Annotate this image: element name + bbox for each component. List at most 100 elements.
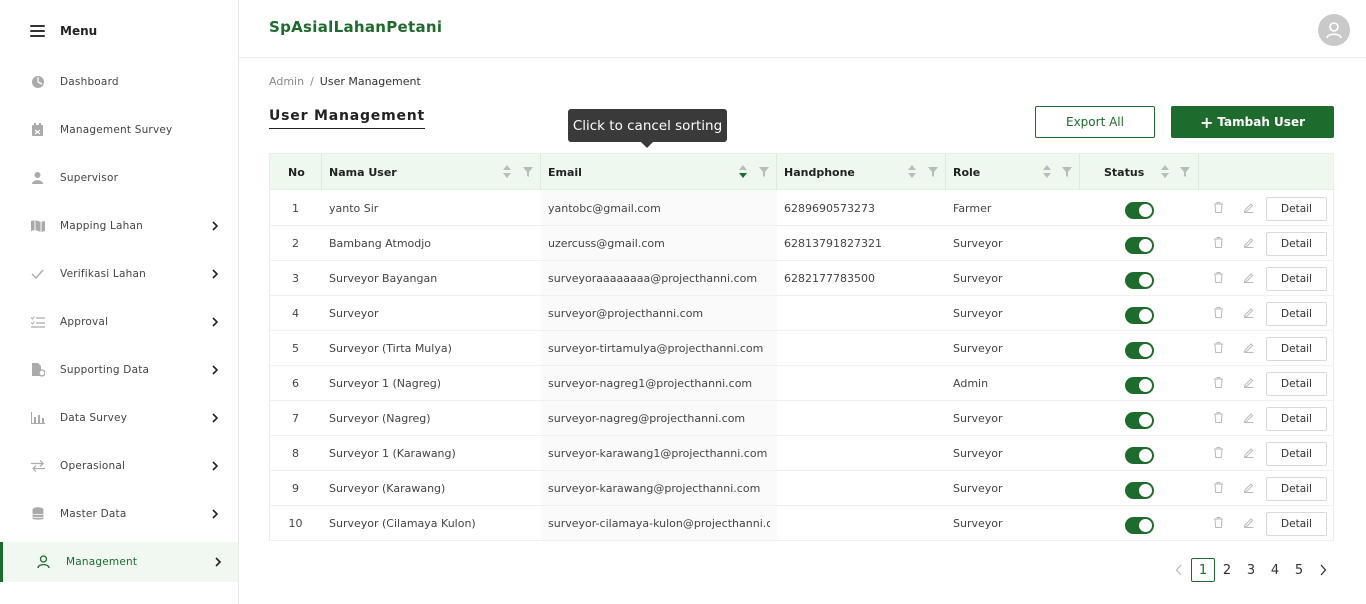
detail-button[interactable]: Detail [1266,512,1327,536]
column-header-handphone[interactable]: Handphone [784,154,855,190]
filter-status-icon[interactable] [1180,167,1190,177]
status-toggle[interactable] [1125,447,1154,464]
table-row: 8 Surveyor 1 (Karawang) surveyor-karawang1… [270,436,1333,471]
brand-logo[interactable]: SpAsialLahanPetani [269,18,442,36]
detail-button[interactable]: Detail [1266,372,1327,396]
edit-icon[interactable] [1243,342,1254,353]
status-toggle[interactable] [1125,482,1154,499]
cell-handphone [784,471,939,506]
sidebar-item-data-survey[interactable]: Data Survey [0,398,238,438]
menu-toggle[interactable]: Menu [30,22,97,40]
filter-handphone-icon[interactable] [928,167,938,177]
trash-icon[interactable] [1213,412,1224,423]
column-header-no: No [288,165,305,179]
status-toggle[interactable] [1125,307,1154,324]
sort-role-icon[interactable] [1043,165,1051,179]
sort-handphone-icon[interactable] [908,165,916,179]
filter-role-icon[interactable] [1062,167,1072,177]
cell-email: surveyor-karawang1@projecthanni.com [548,447,768,460]
sidebar-item-label: Supervisor [60,172,119,184]
cell-email: surveyor-cilamaya-kulon@projecthanni.c..… [548,517,770,530]
detail-button[interactable]: Detail [1266,477,1327,501]
status-toggle[interactable] [1125,412,1154,429]
sidebar-item-label: Verifikasi Lahan [60,268,146,280]
column-header-name[interactable]: Nama User [329,154,397,190]
filter-name-icon[interactable] [523,167,533,177]
sort-name-icon[interactable] [503,165,511,179]
edit-icon[interactable] [1243,447,1254,458]
sort-status-icon[interactable] [1161,165,1169,179]
sidebar-item-approval[interactable]: Approval [0,302,238,342]
cell-role: Surveyor [953,412,1003,425]
status-toggle[interactable] [1125,517,1154,534]
cell-no: 4 [292,307,299,320]
pagination-page[interactable]: 4 [1263,558,1287,582]
cell-role: Surveyor [953,272,1003,285]
cell-no: 10 [288,517,303,530]
sidebar-item-supporting-data[interactable]: Supporting Data [0,350,238,390]
edit-icon[interactable] [1243,412,1254,423]
edit-icon[interactable] [1243,237,1254,248]
pagination-page[interactable]: 2 [1215,558,1239,582]
detail-button[interactable]: Detail [1266,232,1327,256]
detail-button[interactable]: Detail [1266,267,1327,291]
status-toggle[interactable] [1125,272,1154,289]
pagination-page[interactable]: 3 [1239,558,1263,582]
avatar[interactable] [1318,14,1350,46]
detail-button[interactable]: Detail [1266,302,1327,326]
sidebar-item-management[interactable]: Management [0,542,238,582]
trash-icon[interactable] [1213,447,1224,458]
trash-icon[interactable] [1213,377,1224,388]
status-toggle[interactable] [1125,377,1154,394]
status-toggle[interactable] [1125,237,1154,254]
trash-icon[interactable] [1213,482,1224,493]
status-toggle[interactable] [1125,342,1154,359]
edit-icon[interactable] [1243,272,1254,283]
breadcrumb-root[interactable]: Admin [269,75,304,88]
column-header-role[interactable]: Role [953,154,980,190]
cell-handphone [784,366,939,401]
trash-icon[interactable] [1213,272,1224,283]
trash-icon[interactable] [1213,307,1224,318]
edit-icon[interactable] [1243,482,1254,493]
trash-icon[interactable] [1213,342,1224,353]
sidebar-item-label: Supporting Data [60,364,150,376]
cell-name: Surveyor (Tirta Mulya) [329,342,452,355]
column-header-email[interactable]: Email [548,154,582,190]
detail-button[interactable]: Detail [1266,337,1327,361]
trash-icon[interactable] [1213,202,1224,213]
sidebar-item-label: Management [66,556,138,568]
detail-button[interactable]: Detail [1266,407,1327,431]
pagination-next-icon[interactable] [1311,558,1335,582]
edit-icon[interactable] [1243,202,1254,213]
sidebar-item-mapping-lahan[interactable]: Mapping Lahan [0,206,238,246]
add-user-button[interactable]: + Tambah User [1171,106,1334,138]
sort-email-icon[interactable] [739,165,747,179]
sidebar-item-dashboard[interactable]: Dashboard [0,62,238,102]
chevron-right-icon [215,557,222,567]
filter-email-icon[interactable] [759,167,769,177]
cell-role: Surveyor [953,342,1003,355]
sidebar-item-supervisor[interactable]: Supervisor [0,158,238,198]
trash-icon[interactable] [1213,237,1224,248]
status-toggle[interactable] [1125,202,1154,219]
edit-icon[interactable] [1243,307,1254,318]
table-row: 4 Surveyor surveyor@projecthanni.com Survey… [270,296,1333,331]
sidebar-item-management-survey[interactable]: Management Survey [0,110,238,150]
pagination-prev-icon[interactable] [1167,558,1191,582]
cell-role: Surveyor [953,482,1003,495]
cell-handphone [784,506,939,541]
pagination-page[interactable]: 1 [1191,558,1215,582]
detail-button[interactable]: Detail [1266,197,1327,221]
sidebar-item-verifikasi-lahan[interactable]: Verifikasi Lahan [0,254,238,294]
edit-icon[interactable] [1243,517,1254,528]
pagination-page[interactable]: 5 [1287,558,1311,582]
sidebar-item-operasional[interactable]: Operasional [0,446,238,486]
trash-icon[interactable] [1213,517,1224,528]
breadcrumb: Admin / User Management [269,75,421,88]
sidebar-item-master-data[interactable]: Master Data [0,494,238,534]
column-header-status[interactable]: Status [1104,154,1144,190]
detail-button[interactable]: Detail [1266,442,1327,466]
edit-icon[interactable] [1243,377,1254,388]
export-all-button[interactable]: Export All [1035,106,1155,138]
